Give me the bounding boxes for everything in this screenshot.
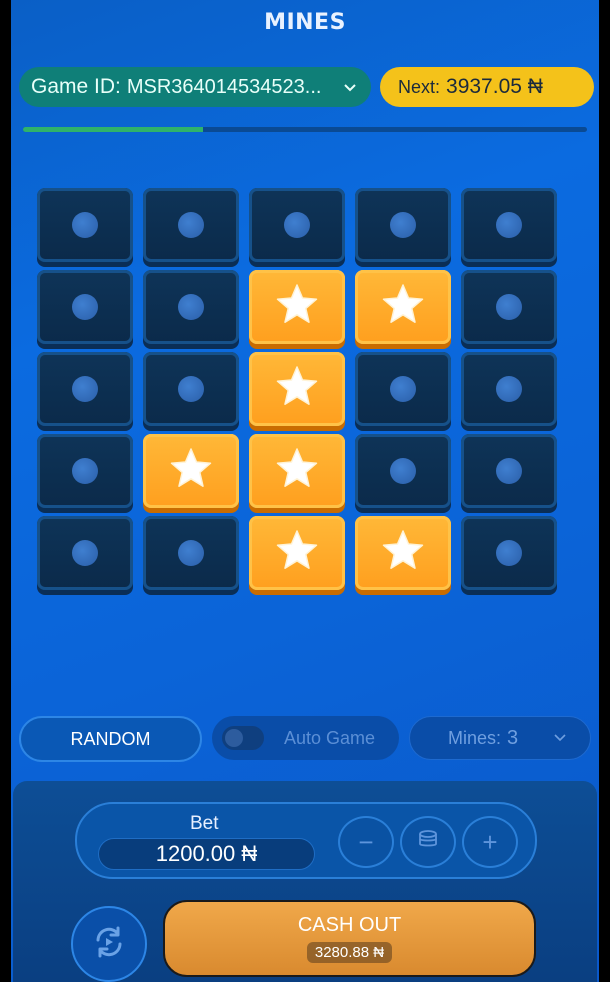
star-icon (273, 363, 321, 416)
hidden-tile[interactable] (37, 188, 133, 262)
decrease-bet-button[interactable]: − (338, 816, 394, 868)
game-id-value: MSR364014534523... (126, 75, 322, 98)
game-id-dropdown[interactable]: Game ID: MSR364014534523... (19, 67, 371, 107)
increase-bet-button[interactable]: + (462, 816, 518, 868)
hidden-tile[interactable] (461, 434, 557, 508)
progress-bar (23, 127, 587, 132)
revealed-star-tile (249, 352, 345, 426)
tile-dot-icon (496, 540, 522, 566)
random-button[interactable]: RANDOM (19, 716, 202, 762)
mines-value: 3 (507, 726, 519, 749)
hidden-tile[interactable] (355, 434, 451, 508)
tile-dot-icon (72, 540, 98, 566)
coin-stack-icon (417, 827, 439, 858)
refresh-icon (90, 923, 128, 966)
bet-label: Bet (190, 813, 219, 834)
cash-out-button[interactable]: CASH OUT 3280.88 ₦ (163, 900, 536, 977)
hidden-tile[interactable] (143, 516, 239, 590)
bet-amount-input[interactable]: 1200.00 ₦ (98, 838, 315, 870)
revealed-star-tile (355, 516, 451, 590)
revealed-star-tile (249, 516, 345, 590)
tile-dot-icon (496, 458, 522, 484)
mines-game: MINES Game ID: MSR364014534523... Next: … (0, 0, 610, 982)
tile-dot-icon (390, 212, 416, 238)
star-icon (273, 527, 321, 580)
revealed-star-tile (355, 270, 451, 344)
mines-label: Mines: (448, 727, 502, 748)
tile-dot-icon (390, 458, 416, 484)
star-icon (379, 527, 427, 580)
toggle-knob (225, 729, 243, 747)
bet-presets-button[interactable] (400, 816, 456, 868)
star-icon (167, 445, 215, 498)
hidden-tile[interactable] (37, 352, 133, 426)
next-label: Next: (398, 76, 441, 97)
star-icon (273, 445, 321, 498)
tile-dot-icon (178, 540, 204, 566)
hidden-tile[interactable] (355, 188, 451, 262)
progress-fill (23, 127, 204, 132)
tile-dot-icon (496, 294, 522, 320)
hidden-tile[interactable] (143, 188, 239, 262)
hidden-tile[interactable] (461, 188, 557, 262)
star-icon (379, 281, 427, 334)
tile-dot-icon (496, 212, 522, 238)
hidden-tile[interactable] (37, 516, 133, 590)
refresh-button[interactable] (71, 906, 147, 982)
mines-count-select[interactable]: Mines: 3 (409, 716, 591, 760)
tile-dot-icon (390, 376, 416, 402)
hidden-tile[interactable] (461, 352, 557, 426)
tile-dot-icon (72, 294, 98, 320)
hidden-tile[interactable] (461, 270, 557, 344)
page-title: MINES (264, 10, 346, 35)
plus-icon: + (482, 826, 498, 857)
next-multiplier-badge: Next: 3937.05 ₦ (380, 67, 594, 107)
hidden-tile[interactable] (249, 188, 345, 262)
hidden-tile[interactable] (461, 516, 557, 590)
tile-dot-icon (72, 212, 98, 238)
tile-dot-icon (178, 212, 204, 238)
auto-game-label: Auto Game (284, 727, 376, 748)
revealed-star-tile (249, 434, 345, 508)
hidden-tile[interactable] (143, 270, 239, 344)
revealed-star-tile (143, 434, 239, 508)
toggle-switch[interactable] (222, 726, 264, 750)
tile-dot-icon (178, 294, 204, 320)
minus-icon: − (358, 826, 374, 857)
tile-dot-icon (72, 458, 98, 484)
hidden-tile[interactable] (355, 352, 451, 426)
tile-dot-icon (72, 376, 98, 402)
tile-dot-icon (496, 376, 522, 402)
next-value: 3937.05 ₦ (446, 75, 543, 98)
chevron-down-icon (554, 731, 566, 745)
cash-out-amount: 3280.88 ₦ (306, 942, 393, 963)
revealed-star-tile (249, 270, 345, 344)
hidden-tile[interactable] (37, 434, 133, 508)
hidden-tile[interactable] (37, 270, 133, 344)
tile-dot-icon (178, 376, 204, 402)
game-id-label: Game ID: (31, 75, 121, 98)
mines-board (37, 188, 559, 590)
auto-game-toggle[interactable]: Auto Game (212, 716, 399, 760)
star-icon (273, 281, 321, 334)
cash-out-label: CASH OUT (297, 914, 402, 936)
hidden-tile[interactable] (143, 352, 239, 426)
chevron-down-icon (341, 80, 359, 95)
tile-dot-icon (284, 212, 310, 238)
